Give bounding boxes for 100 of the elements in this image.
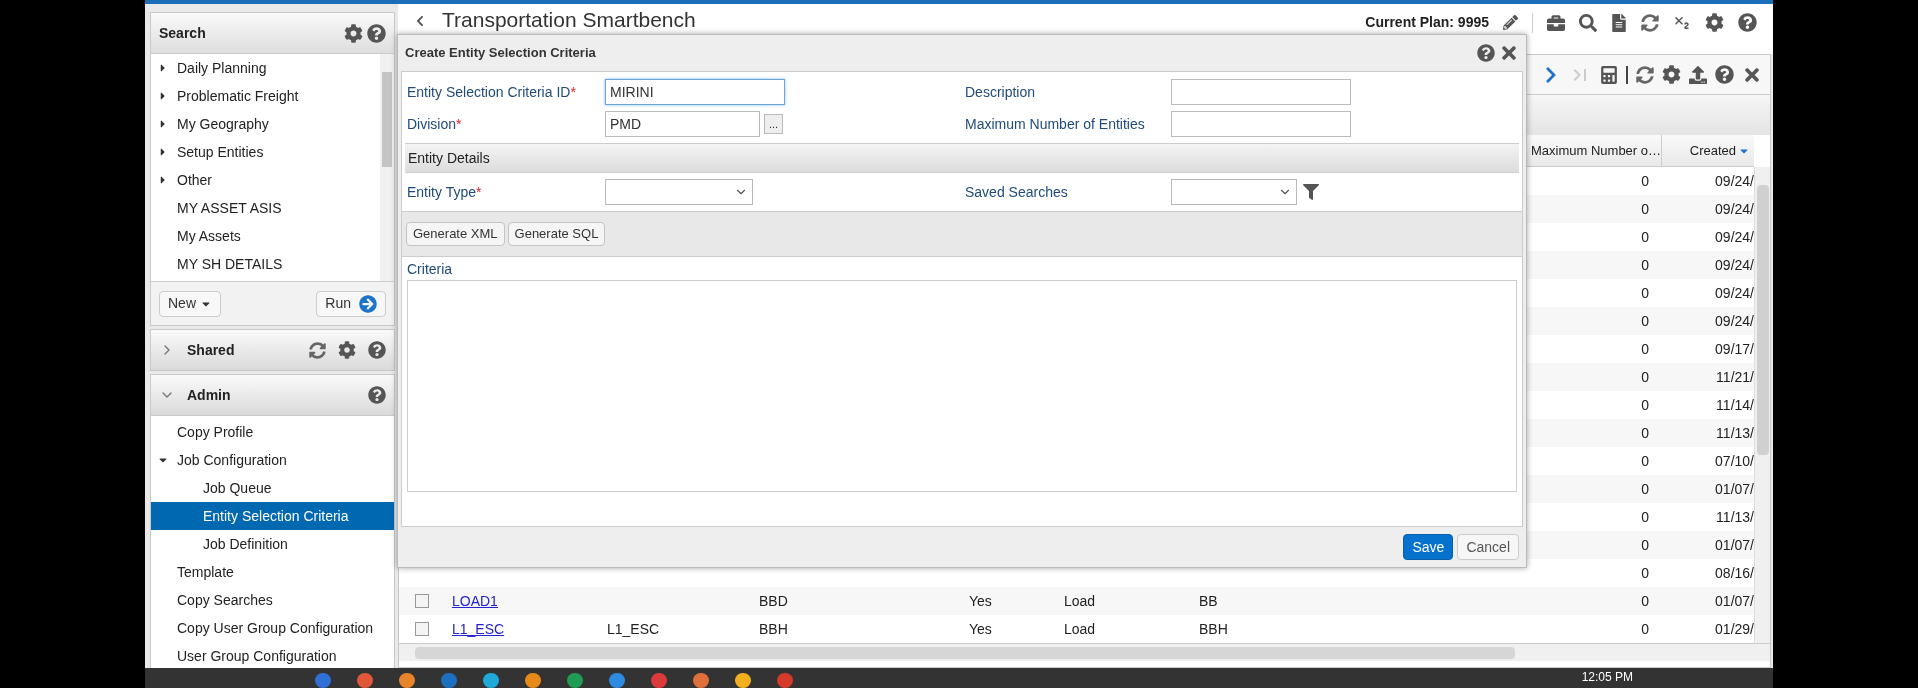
text-field[interactable]: PMD (605, 111, 760, 137)
table-cell-text: 0 (1641, 451, 1649, 471)
table-cell-text: 11/13/ (1716, 507, 1754, 527)
panel-title: Search (159, 23, 207, 43)
scrollbar[interactable] (1754, 167, 1770, 643)
field-label: Entity Selection Criteria ID* (407, 84, 576, 100)
name-link[interactable]: L1_ESC (452, 618, 505, 640)
tree-item[interactable]: Job Queue (151, 474, 394, 502)
run-button[interactable]: Run (316, 290, 386, 317)
action-button[interactable]: Generate XML (406, 222, 505, 246)
document-icon[interactable] (1611, 13, 1627, 32)
table-cell-text: Yes (969, 591, 992, 611)
app-icon[interactable] (399, 673, 415, 688)
text-field[interactable] (1171, 111, 1351, 137)
tree-item[interactable]: MY ASSET ASIS (151, 194, 380, 222)
table-cell-text: 0 (1641, 339, 1649, 359)
help-icon[interactable] (368, 341, 386, 359)
criteria-label: Criteria (406, 260, 454, 279)
settings-icon[interactable] (1662, 65, 1681, 84)
table-cell-text: 11/13/ (1716, 423, 1754, 443)
table-cell-text: 0 (1641, 395, 1649, 415)
app-icon[interactable] (525, 673, 541, 688)
select-field[interactable] (1171, 179, 1297, 205)
upload-icon[interactable] (1689, 65, 1707, 84)
name-link[interactable]: LOAD1 (452, 590, 498, 612)
briefcase-icon[interactable] (1547, 13, 1565, 32)
section-title: Entity Details (408, 148, 490, 168)
text-field[interactable] (1171, 79, 1351, 105)
action-button[interactable]: Generate SQL (507, 222, 606, 246)
help-icon[interactable] (368, 386, 386, 404)
tree-item[interactable]: User Group Configuration (151, 642, 394, 670)
app-icon[interactable] (567, 673, 583, 688)
app-icon[interactable] (735, 673, 751, 688)
tree-item[interactable]: Setup Entities (151, 138, 380, 166)
help-icon[interactable] (367, 23, 386, 43)
panel-header[interactable]: Shared (150, 329, 395, 371)
settings-icon[interactable] (344, 23, 363, 43)
current-plan-label: Current Plan: 9995 (1365, 13, 1489, 32)
row-checkbox[interactable] (414, 594, 429, 608)
table-cell-text: 0 (1641, 255, 1649, 275)
tree-item[interactable]: Entity Selection Criteria (151, 502, 394, 530)
table-cell-text: 0 (1641, 507, 1649, 527)
tree-item[interactable]: MY SH DETAILS (151, 250, 380, 278)
app-icon[interactable] (483, 673, 499, 688)
tree-item[interactable]: Job Configuration (151, 446, 394, 474)
scrollbar[interactable] (380, 54, 394, 281)
field-label: Division* (407, 116, 462, 132)
app-icon[interactable] (777, 673, 793, 688)
table-cell-text: 0 (1641, 423, 1649, 443)
tree-item[interactable]: My Geography (151, 110, 380, 138)
filter-icon[interactable] (1303, 183, 1319, 201)
table-cell-text: 0 (1641, 479, 1649, 499)
refresh-icon[interactable] (1636, 65, 1654, 84)
lookup-button[interactable]: ... (764, 114, 784, 134)
tree-item[interactable]: Other (151, 166, 380, 194)
column-header[interactable]: Created (1661, 135, 1754, 166)
tree-item[interactable]: Copy Searches (151, 586, 394, 614)
field-label: Saved Searches (965, 184, 1068, 200)
refresh-icon[interactable] (309, 341, 326, 359)
panel-header[interactable]: Admin (150, 374, 395, 416)
arrow-right-icon (359, 294, 377, 313)
settings-icon[interactable] (338, 341, 356, 359)
close-icon[interactable] (1499, 43, 1519, 63)
help-icon[interactable] (1477, 44, 1495, 62)
field-label: Entity Type* (407, 184, 482, 200)
table-cell-text: 0 (1641, 535, 1649, 555)
horizontal-scrollbar[interactable] (399, 643, 1770, 661)
tree-item[interactable]: Template (151, 558, 394, 586)
pencil-icon[interactable] (1503, 15, 1518, 30)
page-title: Transportation Smartbench (442, 8, 697, 32)
table-cell-text: 09/24/ (1715, 199, 1754, 219)
tree-item[interactable]: My Assets (151, 222, 380, 250)
calculator-icon[interactable] (1600, 65, 1618, 84)
table-cell-text: 01/07/ (1715, 479, 1754, 499)
back-icon[interactable] (414, 15, 426, 27)
table-cell-text: 0 (1641, 227, 1649, 247)
app-icon[interactable] (609, 673, 625, 688)
app-icon[interactable] (357, 673, 373, 688)
app-icon[interactable] (651, 673, 667, 688)
help-icon[interactable] (1715, 65, 1734, 84)
select-field[interactable] (605, 179, 753, 205)
new-button[interactable]: New (159, 290, 221, 317)
table-cell-text: 0 (1641, 283, 1649, 303)
tree-item[interactable]: Daily Planning (151, 54, 380, 82)
tree-item[interactable]: Copy User Group Configuration (151, 614, 394, 642)
tree-item[interactable]: Copy Profile (151, 418, 394, 446)
app-icon[interactable] (693, 673, 709, 688)
settings-icon[interactable] (1705, 13, 1724, 32)
refresh-icon[interactable] (1641, 13, 1659, 32)
table-cell-text: 0 (1641, 591, 1649, 611)
save-button[interactable]: Save (1403, 534, 1454, 560)
tree-item[interactable]: Job Definition (151, 530, 394, 558)
table-cell-text: 09/24/ (1715, 171, 1754, 191)
row-checkbox[interactable] (414, 622, 429, 636)
tree-item[interactable]: Problematic Freight (151, 82, 380, 110)
search-icon[interactable] (1579, 13, 1597, 32)
help-icon[interactable] (1738, 13, 1757, 32)
text-field[interactable]: MIRINI (605, 79, 785, 105)
cancel-button[interactable]: Cancel (1457, 534, 1519, 560)
table-cell-text: Yes (969, 619, 992, 639)
